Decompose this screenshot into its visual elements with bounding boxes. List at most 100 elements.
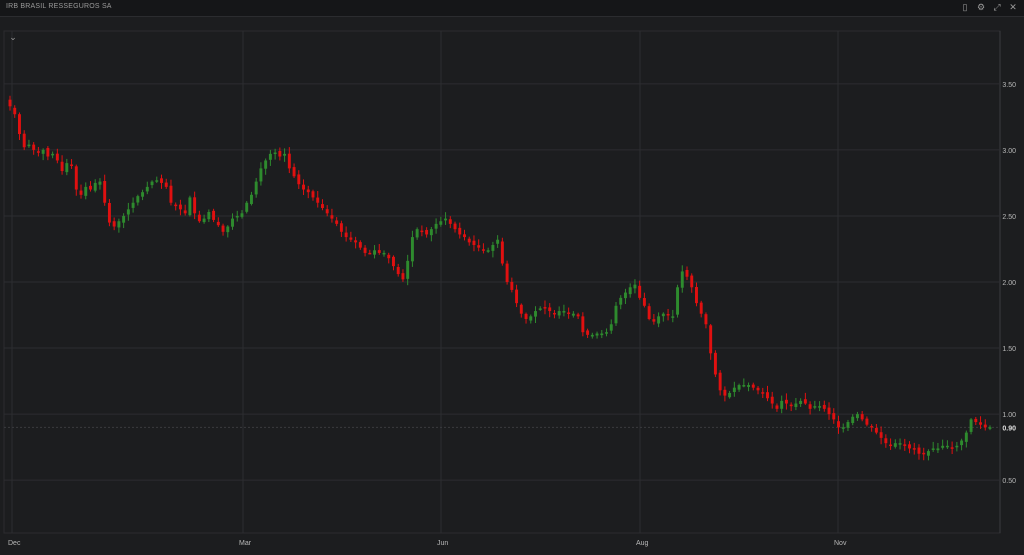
candle-body xyxy=(344,232,348,238)
candle-body xyxy=(477,245,481,248)
candle-body xyxy=(268,153,272,160)
candle-body xyxy=(926,451,930,456)
candle-body xyxy=(240,213,244,217)
candle-body xyxy=(429,229,433,236)
price-chart[interactable]: 3.50 3.00 2.50 2.00 1.50 1.00 0.50 Dec Mar Jun Aug… xyxy=(0,17,1024,550)
candle-body xyxy=(818,406,822,408)
candle-body xyxy=(254,181,258,195)
candle-body xyxy=(827,407,831,415)
candle-body xyxy=(60,161,64,172)
candle-body xyxy=(410,237,414,262)
y-tick-label: 3.00 xyxy=(1002,148,1016,155)
candle-body xyxy=(515,289,519,304)
chevron-down-icon[interactable]: ⌄ xyxy=(8,32,18,42)
candle-body xyxy=(458,227,462,235)
candle-body xyxy=(737,385,741,390)
candle-body xyxy=(567,312,571,314)
candle-body xyxy=(278,151,282,157)
candle-body xyxy=(638,285,642,298)
candle-body xyxy=(287,153,291,169)
candle-body xyxy=(401,273,405,280)
x-tick-label: Aug xyxy=(636,540,649,547)
candle-body xyxy=(595,333,599,336)
candle-body xyxy=(8,99,12,107)
candle-body xyxy=(874,427,878,433)
candle-body xyxy=(931,448,935,450)
candle-body xyxy=(756,387,760,391)
candle-body xyxy=(136,196,140,203)
candle-body xyxy=(837,421,840,428)
candle-body xyxy=(496,239,500,244)
candle-body xyxy=(463,234,466,238)
y-tick-label: 2.50 xyxy=(1002,214,1016,221)
candle-body xyxy=(690,275,694,288)
candle-body xyxy=(590,334,594,337)
candle-body xyxy=(846,422,850,428)
close-icon[interactable]: ✕ xyxy=(1008,2,1018,12)
candle-body xyxy=(178,204,182,210)
candle-body xyxy=(723,389,727,396)
candle-body xyxy=(770,396,774,404)
candle-body xyxy=(609,324,613,331)
candle-body xyxy=(453,223,457,230)
candle-body xyxy=(803,399,807,404)
candle-body xyxy=(709,325,713,354)
candle-body xyxy=(841,427,845,429)
candle-body xyxy=(908,444,911,449)
candle-body xyxy=(728,392,732,398)
candle-body xyxy=(415,229,419,238)
candle-body xyxy=(292,167,296,177)
candle-body xyxy=(89,185,92,190)
candle-body xyxy=(420,230,424,233)
candle-body xyxy=(718,372,722,391)
candle-body xyxy=(519,304,523,314)
candle-body xyxy=(226,226,230,233)
candle-body xyxy=(557,311,561,316)
candle-body xyxy=(74,166,78,190)
candle-body xyxy=(387,254,391,259)
candle-body xyxy=(249,194,253,204)
candle-body xyxy=(368,252,372,255)
chart-area[interactable]: 3.50 3.00 2.50 2.00 1.50 1.00 0.50 Dec Mar Jun Aug… xyxy=(0,17,1024,550)
candle-body xyxy=(614,305,618,324)
candle-body xyxy=(98,181,102,185)
settings-icon[interactable]: ⚙ xyxy=(976,2,986,12)
candle-body xyxy=(685,269,689,277)
candle-body xyxy=(510,281,514,290)
candle-body xyxy=(500,241,504,264)
candle-body xyxy=(713,352,717,375)
candle-body xyxy=(202,218,206,223)
x-tick-label: Dec xyxy=(8,540,21,547)
candle-body xyxy=(103,181,107,203)
candle-body xyxy=(917,447,921,454)
candle-body xyxy=(751,384,755,388)
candle-body xyxy=(396,267,400,275)
candle-body xyxy=(955,445,959,448)
candle-body xyxy=(562,311,566,313)
candle-body xyxy=(860,414,864,420)
candle-body xyxy=(780,400,784,409)
candle-body xyxy=(320,204,324,209)
candle-body xyxy=(392,256,395,267)
last-price-label: 0.90 xyxy=(1002,425,1016,432)
candle-body xyxy=(377,250,381,253)
candle-body xyxy=(628,287,632,295)
window-icon[interactable]: ▯ xyxy=(960,2,970,12)
candle-body xyxy=(444,218,448,221)
candle-body xyxy=(434,223,438,229)
candle-body xyxy=(330,215,334,219)
candle-body xyxy=(941,445,945,448)
candle-body xyxy=(813,406,817,408)
candle-body xyxy=(903,444,907,446)
candle-body xyxy=(46,148,50,157)
candle-body xyxy=(439,221,443,225)
candle-body xyxy=(671,316,675,318)
candle-body xyxy=(534,311,537,317)
x-tick-label: Mar xyxy=(239,540,252,547)
candle-body xyxy=(55,153,59,161)
candle-body xyxy=(870,426,874,428)
candle-body xyxy=(339,223,343,232)
expand-icon[interactable]: ⤢ xyxy=(992,2,1002,12)
candle-body xyxy=(983,424,987,428)
candle-body xyxy=(93,182,97,191)
